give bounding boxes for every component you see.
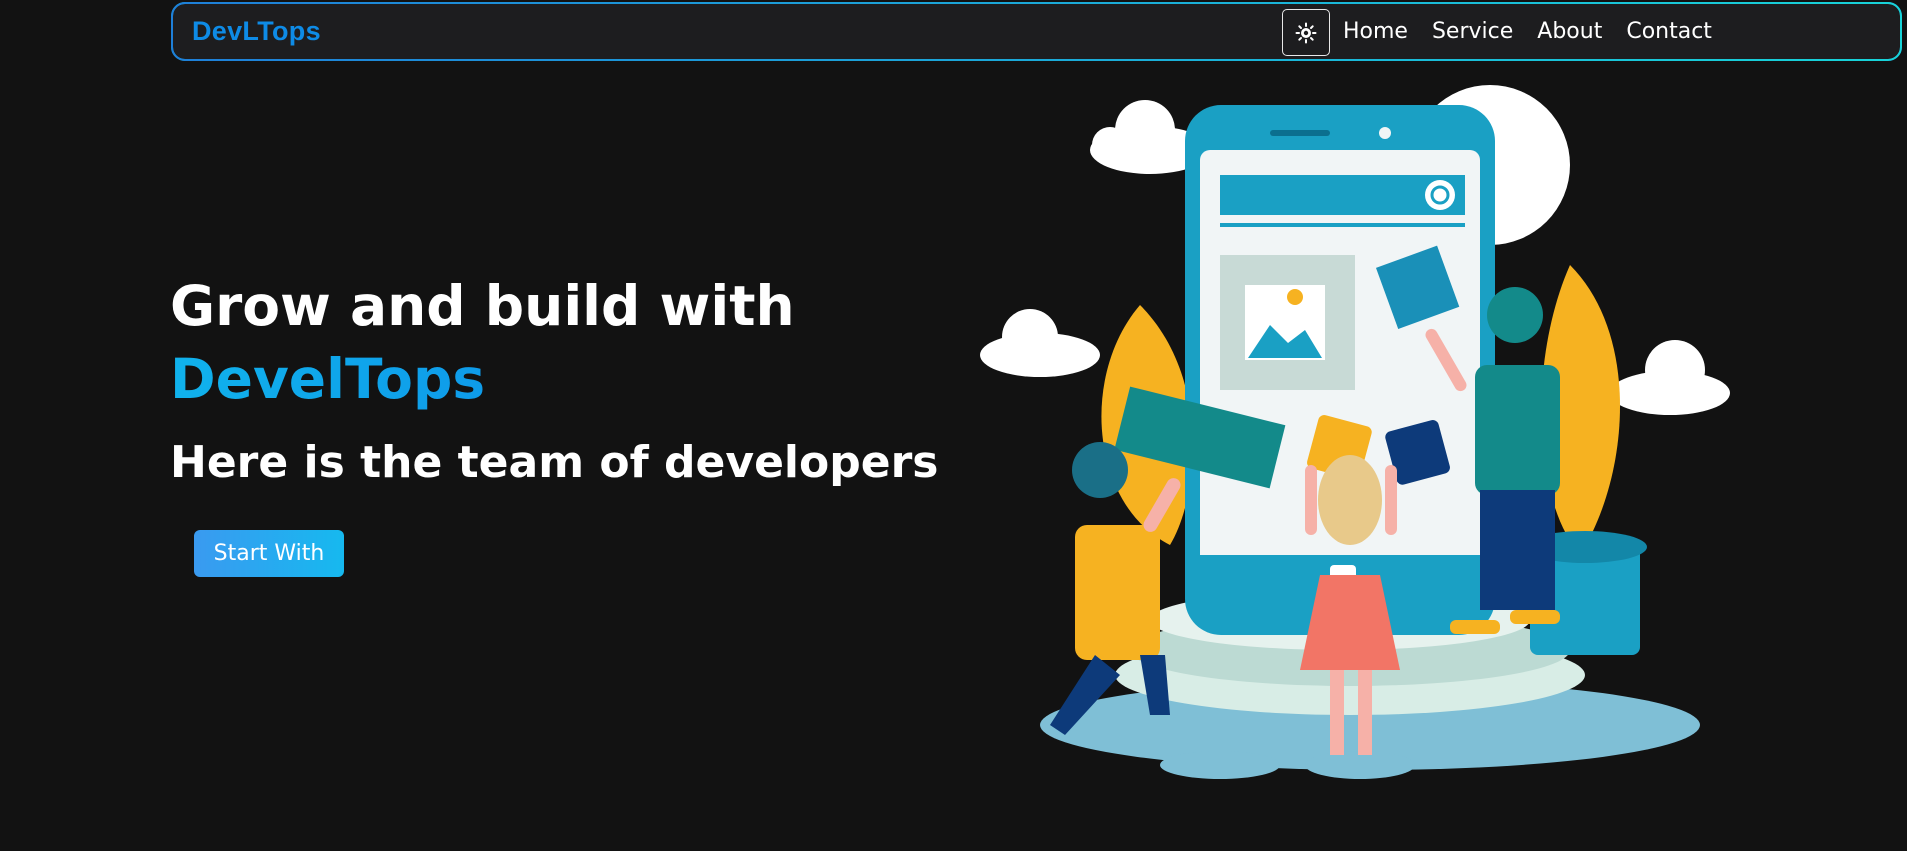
hero-title: Grow and build with DevelTops [170, 270, 795, 416]
theme-toggle-button[interactable] [1282, 9, 1330, 56]
nav-link-home[interactable]: Home [1343, 19, 1408, 45]
sun-icon [1295, 22, 1317, 43]
hero-title-line: Grow and build with [170, 274, 795, 338]
nav-link-contact[interactable]: Contact [1626, 19, 1712, 45]
hero-subtitle: Here is the team of developers [170, 437, 939, 488]
nav-link-about[interactable]: About [1537, 19, 1602, 45]
navbar: DevLTops Home Service About Contact [171, 2, 1902, 61]
hero-brand-name: DevelTops [170, 343, 795, 416]
brand-logo[interactable]: DevLTops [192, 16, 321, 47]
nav-links: Home Service About Contact [1343, 19, 1712, 45]
team-building-app-illustration [980, 85, 1730, 779]
start-with-button[interactable]: Start With [194, 530, 344, 577]
nav-link-service[interactable]: Service [1432, 19, 1513, 45]
